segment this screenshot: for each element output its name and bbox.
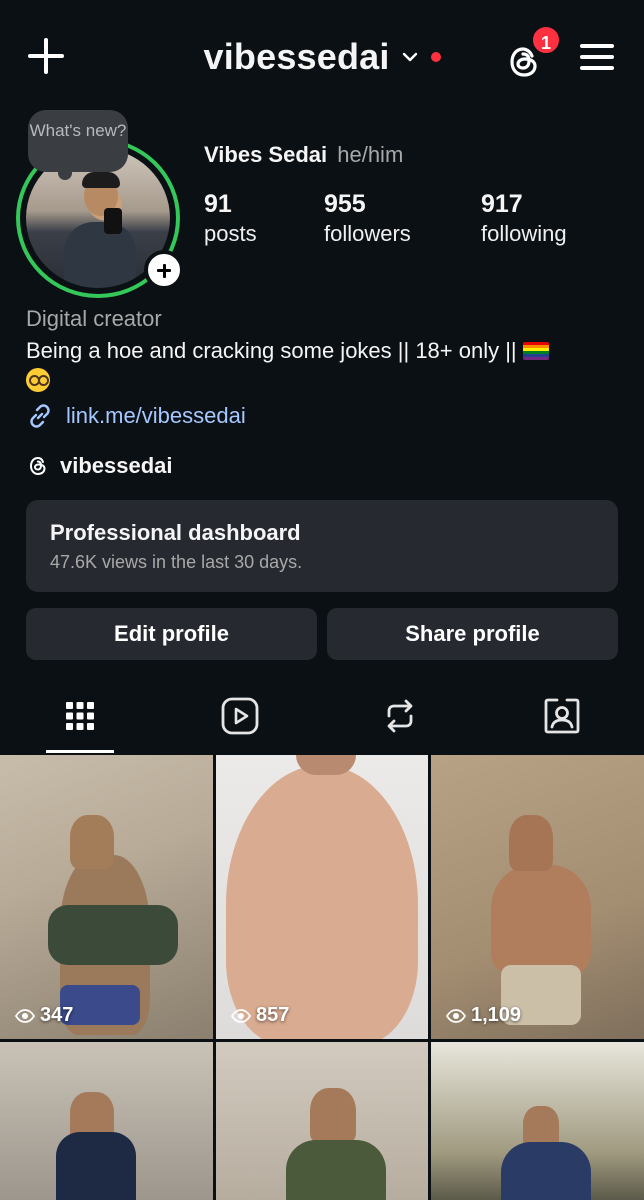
eye-icon: [14, 1008, 36, 1023]
stat-followers[interactable]: 955 followers: [324, 190, 411, 247]
dashboard-subtitle: 47.6K views in the last 30 days.: [50, 552, 303, 572]
notification-badge: 1: [530, 24, 562, 56]
edit-profile-button[interactable]: Edit profile: [26, 608, 317, 660]
threads-icon: [29, 456, 46, 476]
threads-handle: vibessedai: [60, 453, 173, 478]
chevron-down-icon: [402, 52, 418, 62]
profile-tabs: [0, 690, 644, 754]
bio: Being a hoe and cracking some jokes || 1…: [26, 336, 626, 396]
reposts-icon: [387, 699, 413, 733]
link-icon: [30, 404, 50, 428]
grid-icon: [66, 702, 94, 730]
post-thumbnail[interactable]: [431, 1042, 644, 1200]
bio-text: Being a hoe and cracking some jokes || 1…: [26, 338, 517, 363]
active-tab-indicator: [46, 750, 114, 753]
view-count-value: 857: [256, 1004, 290, 1026]
stat-label: posts: [204, 221, 257, 246]
nerd-face-icon: [26, 368, 50, 392]
post-thumbnail[interactable]: 347: [0, 755, 213, 1039]
post-thumbnail[interactable]: [216, 1042, 428, 1200]
tab-grid[interactable]: [46, 690, 114, 754]
menu-icon[interactable]: [580, 42, 616, 72]
stat-value: 955: [324, 190, 366, 218]
display-name: Vibes Sedai he/him: [204, 142, 403, 168]
eye-icon: [230, 1008, 252, 1023]
pronouns: he/him: [337, 142, 404, 167]
stat-value: 91: [204, 190, 232, 218]
unread-dot: [430, 52, 441, 62]
note-bubble[interactable]: What's new?: [28, 110, 128, 180]
stat-label: following: [481, 221, 567, 246]
stat-posts[interactable]: 91 posts: [204, 190, 257, 247]
eye-icon: [445, 1008, 467, 1023]
view-count-value: 1,109: [471, 1004, 522, 1026]
reels-icon: [221, 697, 259, 735]
add-story-icon[interactable]: [144, 250, 184, 290]
post-thumbnail[interactable]: 1,109: [431, 755, 644, 1039]
profile-category: Digital creator: [26, 306, 162, 331]
view-count-value: 347: [40, 1004, 74, 1026]
tab-reels[interactable]: [206, 690, 274, 754]
username: vibessedai: [203, 36, 390, 77]
professional-dashboard[interactable]: Professional dashboard 47.6K views in th…: [26, 500, 618, 592]
view-count: 857: [230, 1004, 289, 1027]
link-text: link.me/vibessedai: [66, 403, 246, 428]
post-thumbnail[interactable]: 857: [216, 755, 428, 1039]
view-count: 347: [14, 1004, 73, 1027]
top-bar: vibessedai 1: [0, 0, 644, 120]
stat-following[interactable]: 917 following: [481, 190, 567, 247]
dashboard-title: Professional dashboard: [50, 520, 301, 545]
rainbow-flag-icon: [522, 342, 549, 360]
threads-profile-link[interactable]: vibessedai: [26, 453, 173, 479]
tab-tagged[interactable]: [528, 690, 596, 754]
tagged-icon: [544, 698, 580, 734]
tab-reposts[interactable]: [366, 690, 434, 754]
share-profile-button[interactable]: Share profile: [327, 608, 618, 660]
stat-label: followers: [324, 221, 411, 246]
bio-link[interactable]: link.me/vibessedai: [26, 402, 246, 430]
view-count: 1,109: [445, 1004, 521, 1027]
stat-value: 917: [481, 190, 523, 218]
display-name-text: Vibes Sedai: [204, 142, 328, 167]
post-thumbnail[interactable]: [0, 1042, 213, 1200]
